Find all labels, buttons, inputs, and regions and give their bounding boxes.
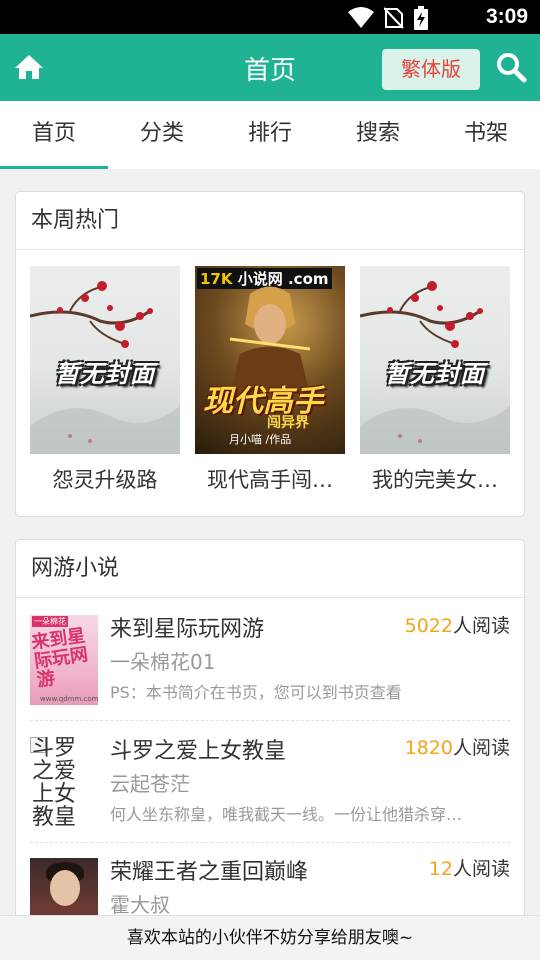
traditional-chinese-button[interactable]: 繁体版: [382, 49, 480, 90]
status-time: 3:09: [485, 5, 528, 28]
share-banner[interactable]: 喜欢本站的小伙伴不妨分享给朋友噢~: [0, 915, 540, 960]
book-list-item[interactable]: 斗罗之爱上女教皇 斗罗之爱上女教皇 1820人阅读 云起苍茫 何人坐东称皇，唯我…: [30, 721, 510, 842]
tab-home[interactable]: 首页: [0, 101, 108, 169]
wifi-icon: [348, 7, 374, 28]
tab-ranking[interactable]: 排行: [216, 101, 324, 169]
book-title[interactable]: 来到星际玩网游: [110, 611, 264, 643]
book-title[interactable]: 荣耀王者之重回巅峰: [110, 854, 308, 886]
book-description: 何人坐东称皇，唯我截天一线。一份让他猎杀穿…: [110, 805, 463, 824]
book-description: PS：本书简介在书页，您可以到书页查看: [110, 683, 402, 702]
no-sim-icon: [384, 7, 404, 29]
book-name[interactable]: 现代高手闯…: [195, 464, 345, 494]
app-header: 首页 繁体版: [0, 34, 540, 101]
book-author: 霍大叔: [110, 893, 170, 917]
status-bar: 3:09: [0, 0, 540, 34]
hot-book-item[interactable]: 17K 小说网 .com 现代高手 闯异界 月小喵 /作品 现代高手闯…: [195, 266, 345, 494]
tab-category[interactable]: 分类: [108, 101, 216, 169]
cover-subtitle: 闯异界: [267, 415, 309, 431]
book-cover[interactable]: 暂无封面: [360, 266, 510, 454]
read-count: 5022人阅读: [404, 615, 510, 637]
no-cover-text: 暂无封面: [55, 360, 155, 388]
book-cover[interactable]: 一朵棉花 来到星际玩网游 www.qdmm.com: [30, 615, 98, 705]
book-list-item[interactable]: 一朵棉花 来到星际玩网游 www.qdmm.com 来到星际玩网游 5022人阅…: [30, 599, 510, 720]
book-author: 云起苍茫: [110, 772, 190, 796]
book-title[interactable]: 斗罗之爱上女教皇: [110, 733, 286, 765]
online-game-novels-card: 网游小说 一朵棉花 来到星际玩网游 www.qdmm.com 来到星际玩网游 5…: [15, 539, 525, 939]
book-name[interactable]: 我的完美女…: [360, 464, 510, 494]
book-author: 一朵棉花01: [110, 650, 216, 674]
search-icon[interactable]: [495, 51, 527, 83]
cover-title: 来到星际玩网游: [30, 625, 90, 692]
cover-alt-text: 斗罗之爱上女教皇: [32, 737, 77, 827]
book-cover[interactable]: 暂无封面: [30, 266, 180, 454]
tab-search[interactable]: 搜索: [324, 101, 432, 169]
hot-book-item[interactable]: 暂无封面 我的完美女…: [360, 266, 510, 494]
section-title: 本周热门: [16, 192, 524, 250]
cover-top-label: 一朵棉花: [32, 616, 68, 627]
book-cover[interactable]: 17K 小说网 .com 现代高手 闯异界 月小喵 /作品: [195, 266, 345, 454]
hot-this-week-card: 本周热门 暂无封面 怨灵升级路 17K 小说网 .com 现代高手 闯异界 月小…: [15, 191, 525, 517]
no-cover-text: 暂无封面: [385, 360, 485, 388]
cover-author: 月小喵 /作品: [229, 433, 292, 446]
tab-bookshelf[interactable]: 书架: [432, 101, 540, 169]
hot-book-item[interactable]: 暂无封面 怨灵升级路: [30, 266, 180, 494]
read-count: 1820人阅读: [404, 737, 510, 759]
read-count: 12人阅读: [428, 858, 510, 880]
tab-bar: 首页 分类 排行 搜索 书架: [0, 101, 540, 169]
section-title: 网游小说: [16, 540, 524, 598]
book-cover[interactable]: 斗罗之爱上女教皇: [30, 737, 98, 827]
cover-footer: www.qdmm.com: [40, 695, 98, 703]
battery-charging-icon: [414, 6, 428, 30]
book-name[interactable]: 怨灵升级路: [30, 464, 180, 494]
